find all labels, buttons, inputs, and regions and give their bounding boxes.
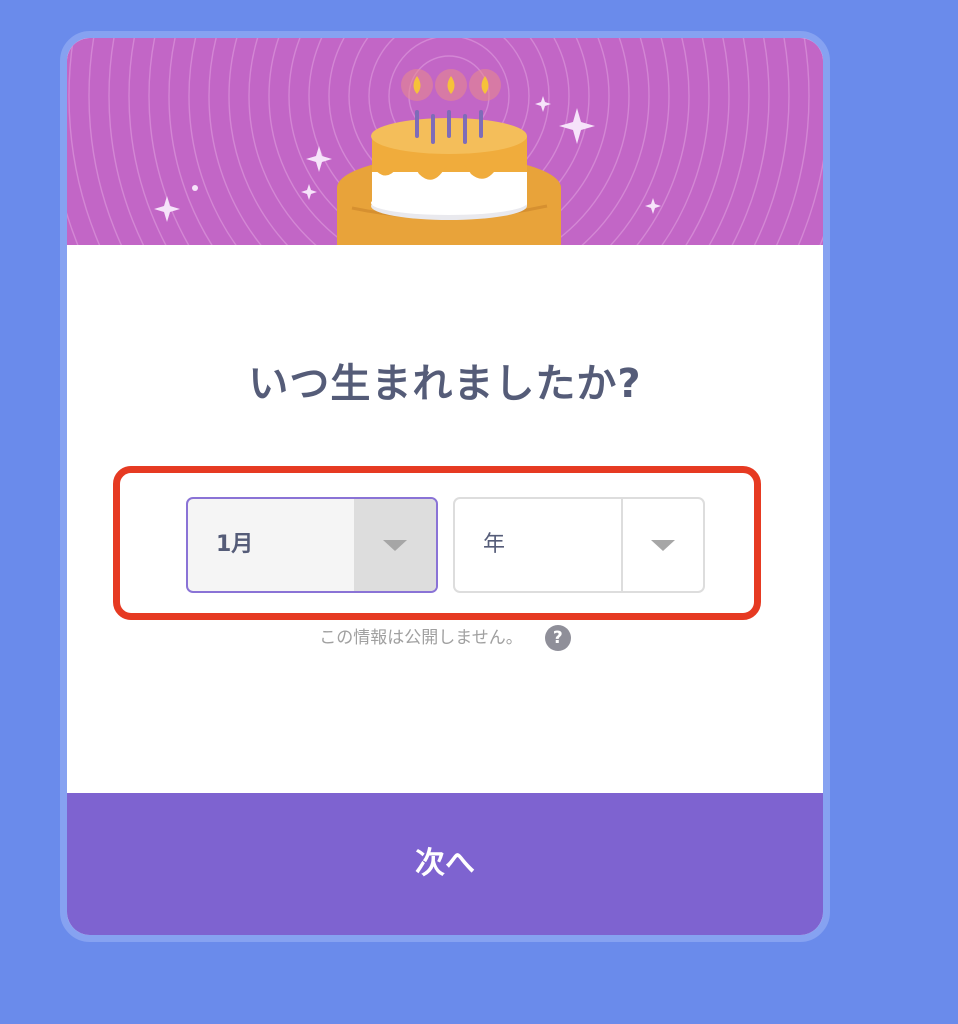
birthday-dialog: いつ生まれましたか? 1月 年 この情報は公開しません。? 次へ: [60, 31, 830, 942]
question-icon[interactable]: ?: [544, 625, 571, 651]
month-select-toggle[interactable]: [354, 499, 436, 591]
year-select[interactable]: 年: [453, 497, 705, 593]
year-select-toggle[interactable]: [621, 499, 703, 591]
privacy-text: この情報は公開しません。: [319, 628, 523, 648]
month-select-value: 1月: [216, 532, 254, 557]
dialog-body: いつ生まれましたか? 1月 年 この情報は公開しません。?: [67, 245, 823, 793]
chevron-down-icon: [651, 540, 675, 551]
year-select-value: 年: [483, 532, 506, 557]
dialog-title: いつ生まれましたか?: [248, 361, 642, 407]
privacy-note: この情報は公開しません。?: [67, 623, 823, 653]
birthday-cake-illustration: [67, 38, 823, 245]
chevron-down-icon: [383, 540, 407, 551]
month-select[interactable]: 1月: [186, 497, 438, 593]
next-button[interactable]: 次へ: [67, 793, 823, 935]
